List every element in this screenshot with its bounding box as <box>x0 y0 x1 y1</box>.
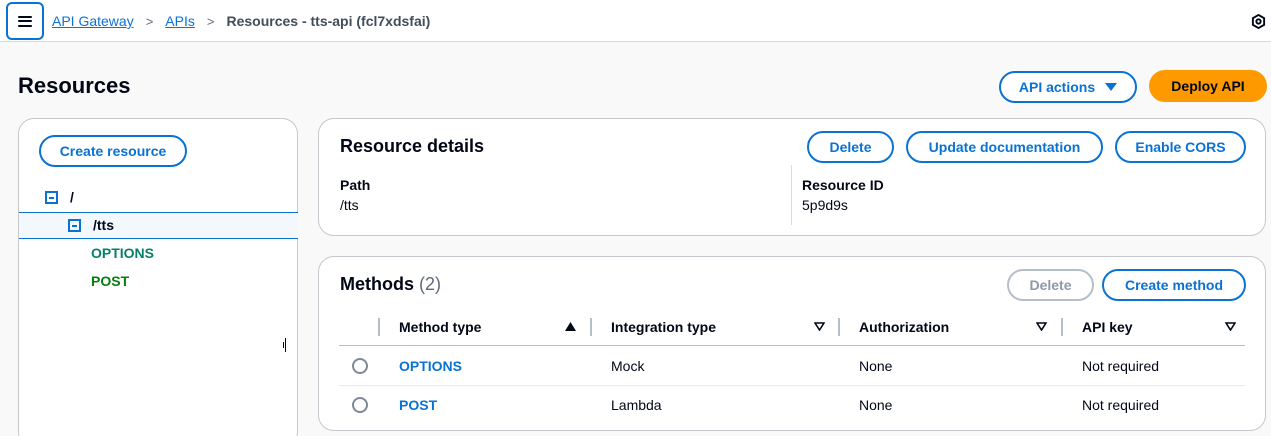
top-navigation-bar: API Gateway > APIs > Resources - tts-api… <box>0 0 1271 42</box>
column-divider <box>791 165 792 225</box>
column-separator <box>378 318 380 336</box>
authorization-cell: None <box>859 358 893 374</box>
breadcrumb-separator-icon: > <box>206 13 215 29</box>
collapse-icon[interactable] <box>68 218 81 232</box>
enable-cors-button[interactable]: Enable CORS <box>1115 131 1246 163</box>
row-select-radio[interactable] <box>352 397 368 413</box>
methods-title: Methods (2) <box>340 274 441 295</box>
tree-node-selected-highlight <box>19 212 298 239</box>
settings-icon[interactable] <box>1251 14 1266 29</box>
path-label: Path <box>340 177 371 193</box>
collapse-icon[interactable] <box>45 190 58 204</box>
resource-id-value: 5p9d9s <box>802 197 848 213</box>
path-value: /tts <box>340 197 359 213</box>
table-row-divider <box>339 385 1245 386</box>
integration-type-cell: Lambda <box>611 397 662 413</box>
table-header-divider <box>339 345 1245 346</box>
column-separator <box>838 318 840 336</box>
resource-id-label: Resource ID <box>802 177 884 193</box>
hamburger-menu-button[interactable] <box>6 2 44 40</box>
resource-tree-panel: Create resource / /tts OPTIONS POST <box>18 118 298 436</box>
delete-method-button[interactable]: Delete <box>1007 269 1094 301</box>
integration-type-cell: Mock <box>611 358 645 374</box>
create-resource-button[interactable]: Create resource <box>39 135 187 167</box>
method-link-options[interactable]: OPTIONS <box>399 358 462 374</box>
tree-node-tts[interactable]: /tts <box>68 217 114 233</box>
api-actions-label: API actions <box>1018 79 1096 95</box>
deploy-api-button[interactable]: Deploy API <box>1149 70 1267 102</box>
methods-title-text: Methods <box>340 274 414 294</box>
api-key-cell: Not required <box>1082 397 1160 413</box>
resource-details-title: Resource details <box>340 136 485 156</box>
create-method-button[interactable]: Create method <box>1102 269 1246 301</box>
tree-method-options[interactable]: OPTIONS <box>91 245 154 261</box>
breadcrumb-separator-icon: > <box>145 13 154 29</box>
tree-method-post[interactable]: POST <box>91 273 129 289</box>
column-header-authorization[interactable]: Authorization <box>859 319 949 335</box>
api-actions-dropdown[interactable]: API actions <box>999 71 1137 103</box>
delete-resource-button[interactable]: Delete <box>807 131 894 163</box>
page-title: Resources <box>18 73 131 98</box>
breadcrumb-api-gateway[interactable]: API Gateway <box>52 13 134 29</box>
tree-node-root[interactable]: / <box>45 189 74 205</box>
update-documentation-button[interactable]: Update documentation <box>906 131 1103 163</box>
sort-icon[interactable] <box>1036 322 1047 331</box>
authorization-cell: None <box>859 397 893 413</box>
column-separator <box>1061 318 1063 336</box>
method-link-post[interactable]: POST <box>399 397 437 413</box>
api-key-cell: Not required <box>1082 358 1160 374</box>
caret-down-icon <box>1105 83 1118 91</box>
tree-node-label: /tts <box>93 217 114 233</box>
column-header-api-key[interactable]: API key <box>1082 319 1133 335</box>
row-select-radio[interactable] <box>352 358 368 374</box>
column-header-integration-type[interactable]: Integration type <box>611 319 716 335</box>
breadcrumb-apis[interactable]: APIs <box>165 13 195 29</box>
column-separator <box>590 318 592 336</box>
column-header-method-type[interactable]: Method type <box>399 319 481 335</box>
methods-count: (2) <box>419 274 442 294</box>
sort-icon[interactable] <box>1225 322 1236 331</box>
panel-resize-handle-icon[interactable] <box>283 338 286 352</box>
hamburger-menu-icon <box>18 15 32 27</box>
tree-node-label: / <box>70 189 74 205</box>
breadcrumb-current: Resources - tts-api (fcl7xdsfai) <box>226 13 431 29</box>
breadcrumb: API Gateway > APIs > Resources - tts-api… <box>52 13 430 29</box>
sort-icon[interactable] <box>814 322 825 331</box>
sort-ascending-icon[interactable] <box>565 322 576 331</box>
